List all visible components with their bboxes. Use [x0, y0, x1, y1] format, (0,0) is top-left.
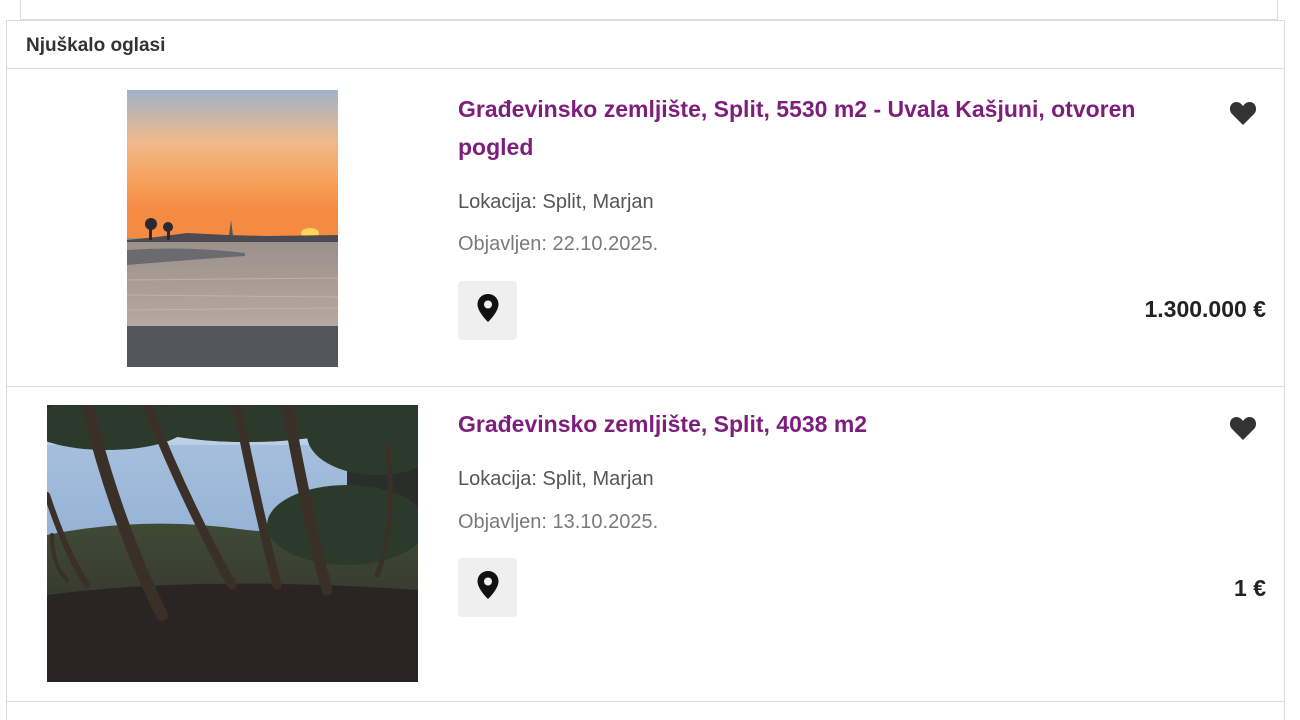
- njuskalo-ads-panel: Njuškalo oglasi Građevinsko zemljište, S…: [6, 20, 1285, 720]
- show-on-map-button[interactable]: [458, 558, 517, 617]
- listing-item: Građevinsko zemljište, Split, 4038 m2 Lo…: [7, 387, 1284, 702]
- listing-photo[interactable]: [127, 90, 338, 367]
- listing-price: 1 €: [1234, 575, 1266, 601]
- heart-icon[interactable]: [1229, 415, 1257, 441]
- listing-location: Lokacija: Split, Marjan: [458, 468, 654, 490]
- heart-icon[interactable]: [1229, 100, 1257, 126]
- listing-published-date: Objavljen: 22.10.2025.: [458, 233, 659, 255]
- map-pin-icon: [476, 570, 500, 605]
- map-pin-icon: [476, 293, 500, 328]
- listing-title-link[interactable]: Građevinsko zemljište, Split, 5530 m2 - …: [458, 90, 1158, 166]
- previous-section-edge: [20, 0, 1278, 20]
- listing-location: Lokacija: Split, Marjan: [458, 191, 654, 213]
- section-title: Njuškalo oglasi: [7, 21, 1284, 69]
- listing-item: Građevinsko zemljište, Split, 5530 m2 - …: [7, 69, 1284, 387]
- listing-price: 1.300.000 €: [1144, 296, 1266, 322]
- listing-title-link[interactable]: Građevinsko zemljište, Split, 4038 m2: [458, 405, 1158, 443]
- listing-published-date: Objavljen: 13.10.2025.: [458, 511, 659, 533]
- listing-photo[interactable]: [47, 405, 418, 682]
- show-on-map-button[interactable]: [458, 281, 517, 340]
